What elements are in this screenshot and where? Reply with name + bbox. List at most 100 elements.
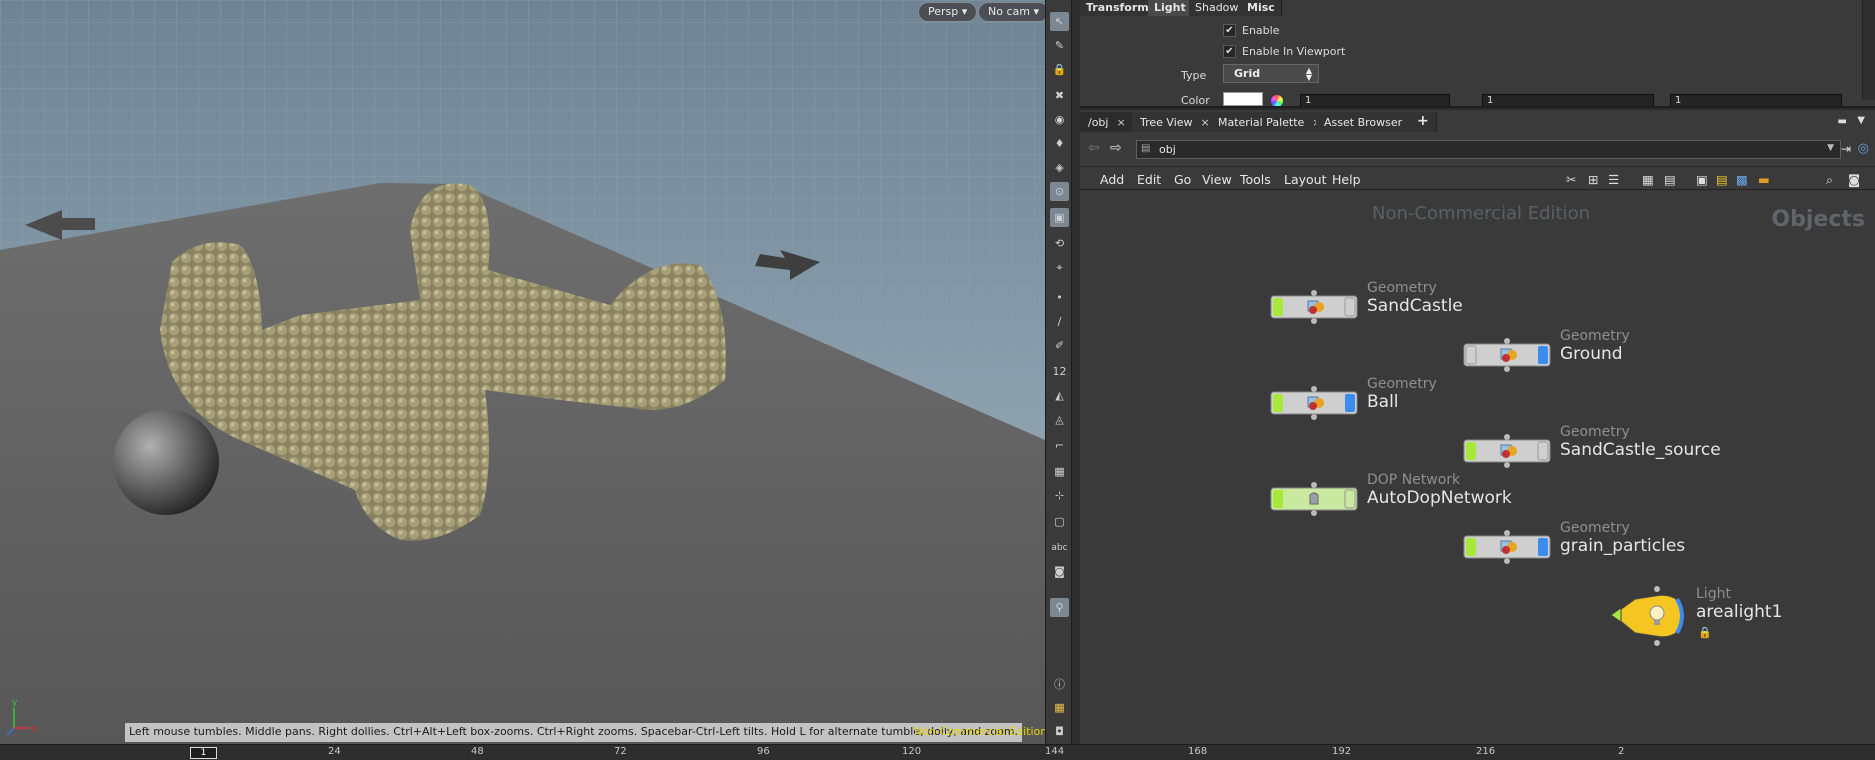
color-r-field[interactable]: 1 — [1300, 94, 1450, 106]
backdrop-image-icon[interactable]: ▩ — [1736, 172, 1748, 187]
grid-view-icon[interactable]: ▦ — [1642, 172, 1654, 187]
camera-icon[interactable]: ◉ — [1050, 110, 1069, 129]
sculpt-icon[interactable]: ◬ — [1050, 410, 1069, 429]
bulb-icon[interactable]: ◈ — [1050, 158, 1069, 177]
camera-icon[interactable]: ◙ — [1848, 172, 1860, 187]
paint-icon[interactable]: ◭ — [1050, 386, 1069, 405]
menu-tools[interactable]: Tools — [1240, 172, 1271, 187]
pane-layout-icon[interactable]: ▬ — [1838, 116, 1847, 127]
menu-view[interactable]: View — [1202, 172, 1232, 187]
pen-icon[interactable]: ✐ — [1050, 336, 1069, 355]
node-sandcastle[interactable] — [1270, 290, 1358, 324]
node-arealight1[interactable] — [1605, 585, 1695, 647]
pane-splitter[interactable] — [1072, 0, 1080, 744]
tools-icon[interactable]: ✂ — [1566, 172, 1576, 187]
network-canvas[interactable]: Non-Commercial Edition Objects Geometry … — [1085, 190, 1875, 744]
sticky-note-icon[interactable]: ▤ — [1716, 172, 1728, 187]
box-icon[interactable]: ▬ — [1758, 172, 1770, 187]
pose-icon[interactable]: ✎ — [1050, 36, 1069, 55]
menu-add[interactable]: Add — [1100, 172, 1124, 187]
tab-light[interactable]: Light — [1148, 0, 1193, 16]
path-bar[interactable]: ▤ obj ▼ — [1136, 140, 1841, 159]
bone-icon[interactable]: ⊹ — [1050, 486, 1069, 505]
ball-model — [113, 409, 219, 515]
menu-help[interactable]: Help — [1332, 172, 1361, 187]
chevron-down-icon[interactable]: ▼ — [1827, 143, 1834, 153]
tree-icon[interactable]: ⊞ — [1588, 172, 1598, 187]
back-arrow-icon[interactable]: ⇦ — [1088, 140, 1100, 156]
node-type-label: Geometry — [1367, 376, 1437, 392]
node-name-label: Ball — [1367, 392, 1399, 412]
timeline[interactable]: 1 24 48 72 96 120 144 168 192 216 2 — [0, 744, 1875, 760]
lock-icon[interactable]: 🔒 — [1050, 60, 1069, 79]
node-sandcastle-source[interactable] — [1463, 434, 1551, 468]
node-type-label: Geometry — [1560, 424, 1630, 440]
corner-icon[interactable]: ⌐ — [1050, 436, 1069, 455]
info-icon[interactable]: ⓘ — [1050, 674, 1069, 693]
enable-checkbox[interactable]: ✔ — [1223, 24, 1236, 37]
frame-icon[interactable]: ▢ — [1050, 512, 1069, 531]
grid-icon[interactable]: ▦ — [1050, 462, 1069, 481]
color-wheel-icon[interactable] — [1271, 95, 1283, 106]
image-icon[interactable]: ▣ — [1696, 172, 1708, 187]
node-name-label: SandCastle — [1367, 296, 1463, 316]
enable-in-viewport-checkbox[interactable]: ✔ — [1223, 45, 1236, 58]
network-editor-pane: /obj× Tree View× Material Palette× Asset… — [1080, 110, 1875, 744]
forward-arrow-icon[interactable]: ⇨ — [1110, 140, 1122, 156]
chevron-down-icon[interactable]: ▼ — [1857, 115, 1865, 126]
node-grain-particles[interactable] — [1463, 530, 1551, 564]
color-swatch[interactable] — [1223, 92, 1263, 106]
color-b-field[interactable]: 1 — [1670, 94, 1842, 106]
node-type-label: DOP Network — [1367, 472, 1461, 488]
tab-shadow[interactable]: Shadow — [1189, 0, 1246, 16]
search-icon[interactable]: ⌕ — [1826, 172, 1833, 188]
color-g-field[interactable]: 1 — [1482, 94, 1654, 106]
axis-x-label: x — [32, 724, 38, 734]
handle-icon[interactable]: ⊙ — [1050, 182, 1069, 201]
tab-misc[interactable]: Misc — [1241, 0, 1282, 16]
frame-tick: 192 — [1332, 746, 1352, 757]
perspective-menu-button[interactable]: Persp ▾ — [918, 2, 978, 22]
params-scrollbar[interactable] — [1862, 0, 1875, 100]
tumble-icon[interactable]: ⟲ — [1050, 234, 1069, 253]
current-frame-marker[interactable]: 1 — [190, 747, 217, 759]
node-ball[interactable] — [1270, 386, 1358, 420]
tab-tree-view[interactable]: Tree View × — [1132, 112, 1219, 132]
add-tab-icon[interactable]: + — [1410, 112, 1437, 132]
folder-icon: ▤ — [1141, 143, 1151, 154]
scene-viewport[interactable]: y x Persp ▾ No cam ▾ Left mouse tumbles.… — [0, 0, 1045, 744]
node-ground[interactable] — [1463, 338, 1551, 372]
grid-small-icon[interactable]: ▤ — [1664, 172, 1676, 187]
list-icon[interactable]: ☰ — [1608, 172, 1619, 187]
link-icon[interactable]: ◎ — [1858, 141, 1869, 156]
menu-edit[interactable]: Edit — [1137, 172, 1161, 187]
camera-toggle-icon[interactable]: ◘ — [1050, 722, 1069, 741]
number-icon[interactable]: 12 — [1050, 362, 1069, 381]
target-icon[interactable]: ⌖ — [1050, 258, 1069, 277]
tab-transform[interactable]: Transform — [1080, 0, 1156, 16]
viewport-status-hint: Left mouse tumbles. Middle pans. Right d… — [125, 723, 1023, 742]
text-icon[interactable]: abc — [1050, 538, 1069, 557]
type-dropdown[interactable]: Grid ▲ ▼ — [1223, 64, 1319, 83]
lock-icon[interactable]: 🔒 — [1698, 626, 1712, 639]
point-icon[interactable]: • — [1050, 288, 1069, 307]
brush-icon[interactable]: ∕ — [1050, 312, 1069, 331]
frame-tick: 2 — [1618, 746, 1625, 757]
node-autodopnetwork[interactable] — [1270, 482, 1358, 516]
close-icon[interactable]: × — [1201, 116, 1210, 129]
shade-icon[interactable]: ◙ — [1050, 562, 1069, 581]
tab-obj[interactable]: /obj × — [1080, 112, 1135, 132]
light-icon[interactable]: ♦ — [1050, 134, 1069, 153]
display-icon[interactable]: ▦ — [1050, 698, 1069, 717]
close-icon[interactable]: × — [1116, 116, 1125, 129]
edition-watermark: Non-Commercial Edition — [1372, 203, 1591, 224]
menu-layout[interactable]: Layout — [1284, 172, 1327, 187]
tab-material-palette[interactable]: Material Palette× — [1210, 112, 1331, 132]
snap-icon[interactable]: ✖ — [1050, 86, 1069, 105]
select-icon[interactable]: ↖ — [1050, 12, 1069, 31]
menu-go[interactable]: Go — [1174, 172, 1191, 187]
view-icon[interactable]: ▣ — [1050, 208, 1069, 227]
camera-menu-button[interactable]: No cam ▾ — [978, 2, 1045, 22]
pin-pane-icon[interactable]: ⇥ — [1841, 142, 1851, 156]
pin-icon[interactable]: ⚲ — [1050, 598, 1069, 617]
